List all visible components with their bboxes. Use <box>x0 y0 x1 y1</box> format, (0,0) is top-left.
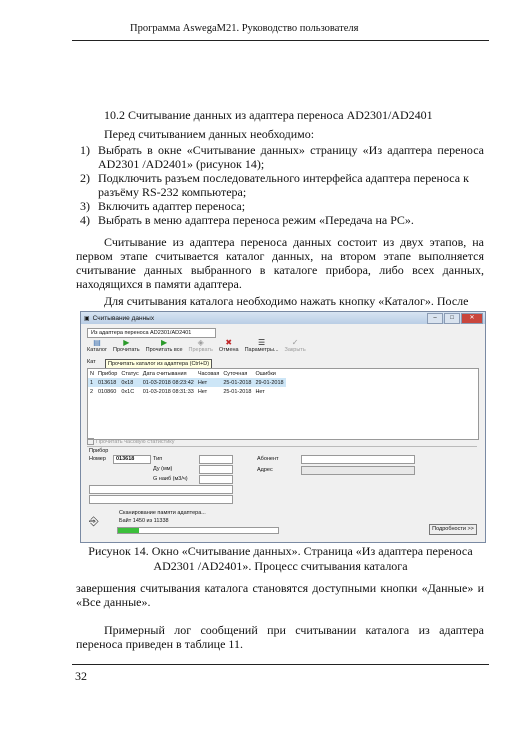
table-row[interactable]: 2 010860 0x1C 01-03-2018 08:31:33 Нет 25… <box>88 387 286 396</box>
table-row[interactable]: 1 013618 0x18 01-03-2018 08:23:42 Нет 25… <box>88 378 286 387</box>
bytes-counter: Байт 1450 из 11338 <box>119 518 169 524</box>
info-field-2[interactable] <box>89 495 233 504</box>
footer-divider <box>72 664 489 665</box>
scan-progress-bar <box>117 527 279 534</box>
subtab-catalog[interactable]: Кат <box>87 359 96 365</box>
info-field-1[interactable] <box>89 485 233 494</box>
g-max-label: G наиб (м3/ч) <box>153 476 188 482</box>
device-group-title: Прибор <box>89 448 109 454</box>
paragraph-buttons-available: завершения считывания каталога становятс… <box>76 581 484 609</box>
list-item: 4) Выбрать в меню адаптера переноса режим… <box>80 213 414 227</box>
app-icon: ▣ <box>84 315 90 322</box>
abort-button[interactable]: ◈ Прервать <box>189 338 213 358</box>
play-all-icon: ▶ <box>161 338 168 347</box>
read-data-window: ▣ Считывание данных – □ ✕ Из адаптера пе… <box>80 311 486 543</box>
table-header: N Прибор Статус Дата считывания Часовая … <box>90 370 276 377</box>
catalog-button[interactable]: ▤ Каталог <box>87 338 107 358</box>
window-title: Считывание данных <box>92 314 155 322</box>
subscriber-field[interactable] <box>301 455 415 464</box>
page-header: Программа AswegaM21. Руководство пользов… <box>130 23 359 34</box>
page-number: 32 <box>75 669 87 683</box>
number-label: Номер <box>89 456 106 462</box>
caption-line-1: Рисунок 14. Окно «Считывание данных». Ст… <box>88 544 473 558</box>
tab-adapter[interactable]: Из адаптера переноса AD2301/AD2401 <box>87 328 216 338</box>
cancel-button[interactable]: ✖ Отмена <box>219 338 239 358</box>
type-label: Тип <box>153 456 163 462</box>
paragraph-log: Примерный лог сообщений при считывании к… <box>76 623 484 651</box>
section-title: 10.2 Считывание данных из адаптера перен… <box>104 108 433 122</box>
settings-button[interactable]: ☰ Параметры... <box>245 338 279 358</box>
cancel-icon: ✖ <box>225 338 233 347</box>
list-item: 2) Подключить разъем последовательного ин… <box>80 171 469 199</box>
settings-icon: ☰ <box>257 338 266 347</box>
status-text: Сканирование памяти адаптера... <box>119 510 206 516</box>
hourly-stats-checkbox[interactable]: Прочитать часовую статистику <box>87 438 175 445</box>
number-field[interactable]: 013618 <box>113 455 151 464</box>
address-field[interactable] <box>301 466 415 475</box>
window-titlebar: ▣ Считывание данных – □ ✕ <box>81 312 485 324</box>
list-item: 3) Включить адаптер переноса; <box>80 199 246 213</box>
read-all-button[interactable]: ▶ Прочитать все <box>146 338 183 358</box>
connector-icon: ⎆ <box>89 514 99 528</box>
caption-line-2: AD2301 /AD2401». Процесс считывания ката… <box>153 559 408 573</box>
stop-icon: ◈ <box>197 338 204 347</box>
steps-list: 1) Выбрать в окне «Считывание данных» стр… <box>80 143 484 227</box>
toolbar: ▤ Каталог ▶ Прочитать ▶ Прочитать все ◈ Прер… <box>87 338 477 358</box>
close-button[interactable]: ✓ Закрыть <box>285 338 306 358</box>
type-field[interactable] <box>199 455 233 464</box>
maximize-button[interactable]: □ <box>444 313 460 324</box>
du-field[interactable] <box>199 465 233 474</box>
paragraph-catalog: Для считывания каталога необходимо нажат… <box>104 294 469 308</box>
header-divider <box>72 40 489 41</box>
details-button[interactable]: Подробности >> <box>429 524 477 535</box>
read-button[interactable]: ▶ Прочитать <box>113 338 140 358</box>
address-label: Адрес <box>257 467 273 473</box>
close-icon: ✓ <box>291 338 299 347</box>
paragraph-two-stages: Считывание из адаптера переноса данных с… <box>76 235 484 291</box>
play-icon: ▶ <box>123 338 130 347</box>
figure-caption: Рисунок 14. Окно «Считывание данных». Ст… <box>72 544 489 574</box>
list-item: 1) Выбрать в окне «Считывание данных» стр… <box>80 143 484 171</box>
g-max-field[interactable] <box>199 475 233 484</box>
intro-text: Перед считыванием данных необходимо: <box>104 127 315 141</box>
device-group: Прибор Номер 013618 Тип Ду (мм) G наиб (… <box>87 446 477 507</box>
du-label: Ду (мм) <box>153 466 173 472</box>
minimize-button[interactable]: – <box>427 313 443 324</box>
subscriber-label: Абонент <box>257 456 279 462</box>
catalog-icon: ▤ <box>93 338 101 347</box>
catalog-table: N Прибор Статус Дата считывания Часовая … <box>87 368 479 440</box>
window-close-button[interactable]: ✕ <box>461 313 483 324</box>
status-panel: ⎆ Сканирование памяти адаптера... Байт 1… <box>87 508 477 538</box>
